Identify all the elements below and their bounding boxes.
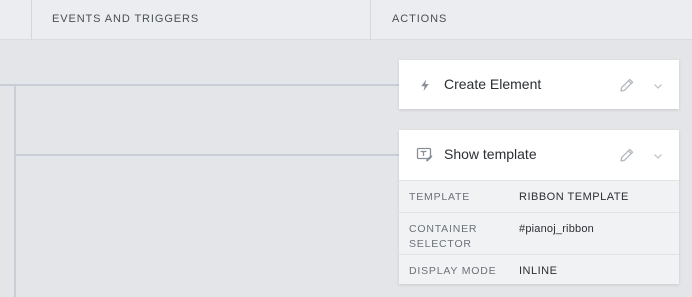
chevron-down-icon[interactable] — [652, 149, 664, 161]
property-key: CONTAINER SELECTOR — [409, 223, 478, 250]
property-key: DISPLAY MODE — [409, 265, 497, 277]
property-row-template: TEMPLATE RIBBON TEMPLATE — [399, 180, 679, 212]
header-spacer — [0, 0, 32, 40]
pencil-edit-icon[interactable] — [618, 76, 636, 94]
action-card-create-element[interactable]: Create Element — [399, 60, 679, 109]
pencil-edit-icon[interactable] — [618, 146, 636, 164]
chevron-down-icon[interactable] — [652, 79, 664, 91]
connector-line-create-element — [0, 84, 399, 86]
action-title: Show template — [444, 146, 537, 162]
connector-line-show-template — [14, 154, 399, 156]
action-card-show-template[interactable]: Show template TEMPLATE RIBBON TEMPLATE C… — [399, 130, 679, 284]
connector-line-vertical — [14, 84, 16, 297]
action-card-header[interactable]: Show template — [399, 130, 679, 179]
action-title: Create Element — [444, 76, 542, 92]
property-value: RIBBON TEMPLATE — [519, 191, 629, 203]
actions-column-header: ACTIONS — [371, 0, 692, 40]
events-and-triggers-heading: EVENTS AND TRIGGERS — [52, 13, 200, 25]
property-row-container-selector: CONTAINER SELECTOR #pianoj_ribbon — [399, 212, 679, 254]
property-value: #pianoj_ribbon — [519, 223, 594, 235]
action-card-header[interactable]: Create Element — [399, 60, 679, 109]
template-edit-icon — [416, 146, 434, 164]
property-value: INLINE — [519, 265, 558, 277]
column-header-bar: EVENTS AND TRIGGERS ACTIONS — [0, 0, 692, 40]
property-key: TEMPLATE — [409, 191, 471, 203]
action-properties: TEMPLATE RIBBON TEMPLATE CONTAINER SELEC… — [399, 180, 679, 284]
lightning-icon — [416, 76, 434, 94]
events-column-header: EVENTS AND TRIGGERS — [32, 0, 371, 40]
property-row-display-mode: DISPLAY MODE INLINE — [399, 254, 679, 284]
actions-heading: ACTIONS — [392, 13, 448, 25]
